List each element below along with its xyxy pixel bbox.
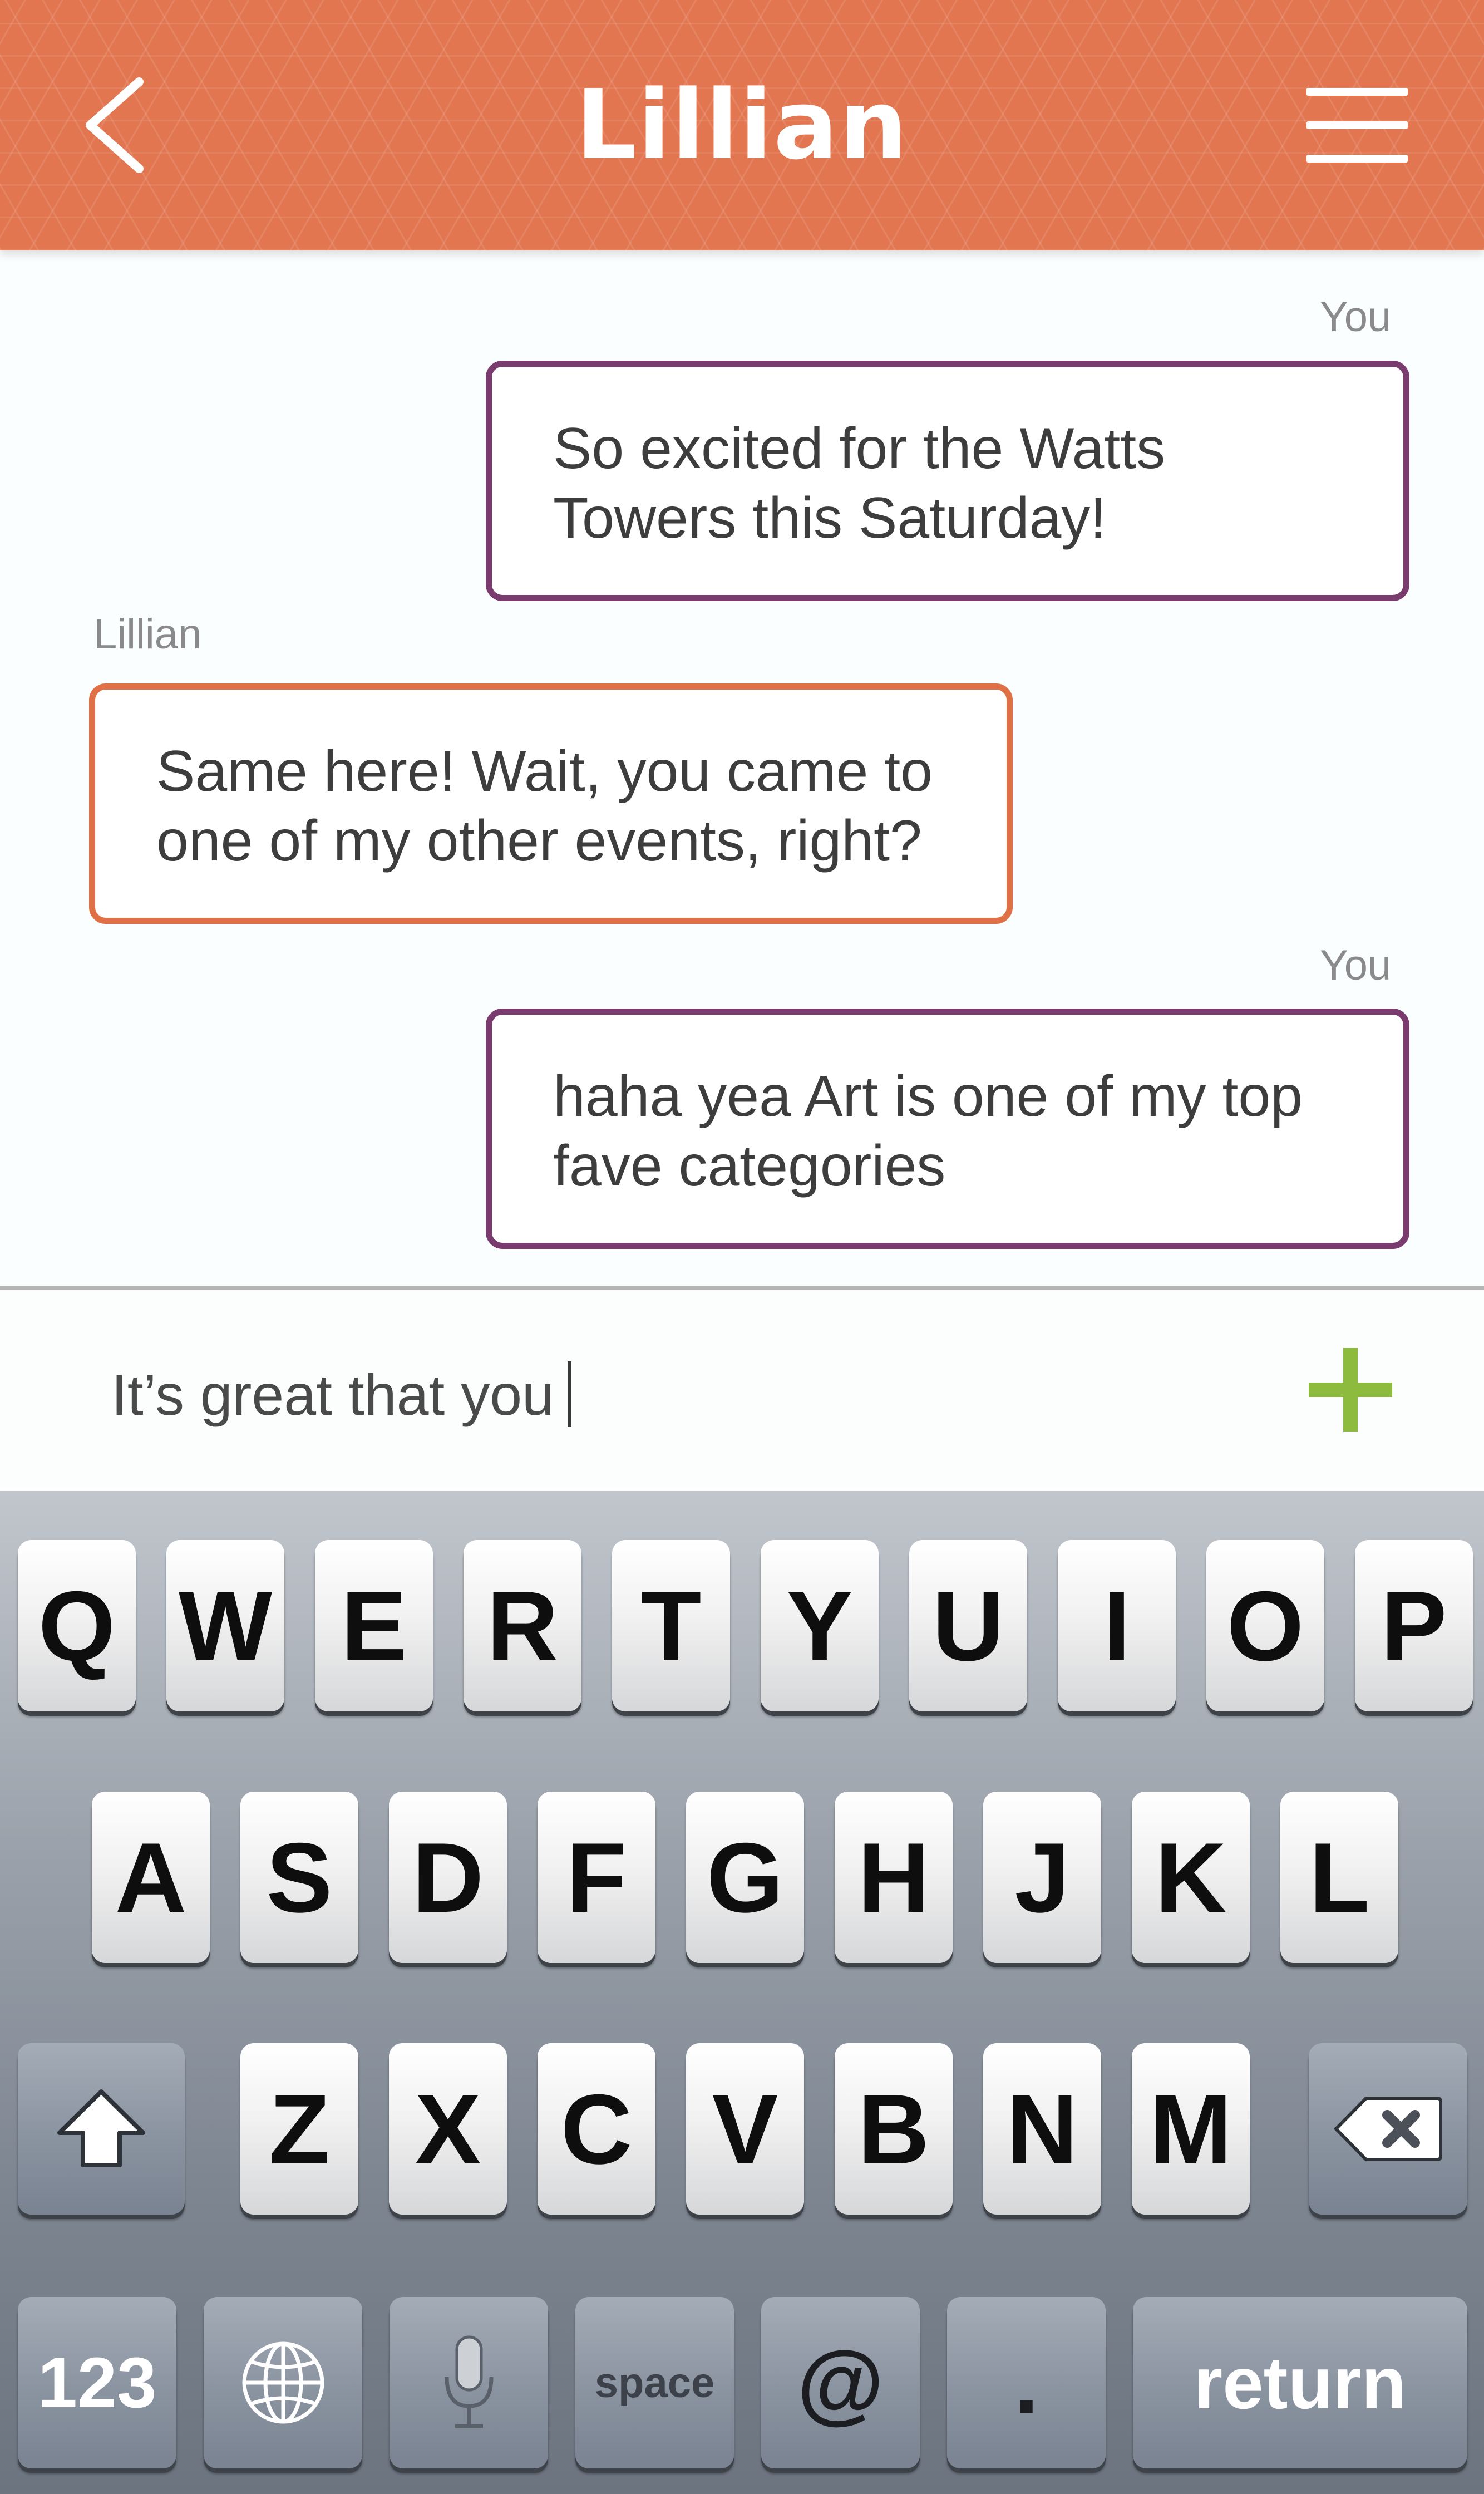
key-c[interactable]: C (538, 2043, 655, 2215)
hamburger-menu-icon (1306, 88, 1408, 96)
key-f[interactable]: F (538, 1792, 655, 1963)
chat-header: Lillian (0, 0, 1484, 250)
on-screen-keyboard: Q W E R T Y U I O P A S D F G H J K L Z … (0, 1491, 1484, 2494)
key-m[interactable]: M (1132, 2043, 1250, 2215)
key-k[interactable]: K (1132, 1792, 1250, 1963)
key-s[interactable]: S (240, 1792, 358, 1963)
key-q[interactable]: Q (18, 1540, 136, 1711)
key-h[interactable]: H (835, 1792, 953, 1963)
message-text-line: fave categories (553, 1134, 946, 1198)
message-sender-label: Lillian (93, 611, 202, 658)
shift-arrow-icon (57, 2089, 145, 2167)
message-sender-label: You (1320, 942, 1392, 989)
chat-title: Lillian (575, 69, 909, 181)
key-y[interactable]: Y (761, 1540, 879, 1711)
key-i[interactable]: I (1058, 1540, 1176, 1711)
message-text-line: haha yea Art is one of my top (553, 1064, 1303, 1129)
message-composer: It’s great that you (0, 1290, 1484, 1491)
key-p[interactable]: P (1355, 1540, 1473, 1711)
microphone-key[interactable] (390, 2297, 548, 2468)
backspace-key[interactable] (1309, 2043, 1467, 2215)
key-a[interactable]: A (92, 1792, 210, 1963)
outgoing-message-bubble[interactable]: So excited for the Watts Towers this Sat… (486, 361, 1409, 601)
menu-button[interactable] (1306, 83, 1408, 167)
globe-key[interactable] (204, 2297, 362, 2468)
backspace-icon (1334, 2097, 1442, 2161)
message-input-text: It’s great that you (111, 1363, 554, 1428)
period-key[interactable]: . (947, 2297, 1106, 2468)
incoming-message-bubble[interactable]: Same here! Wait, you came to one of my o… (89, 683, 1013, 924)
key-x[interactable]: X (389, 2043, 507, 2215)
globe-icon (242, 2341, 324, 2424)
composer-divider (0, 1286, 1484, 1290)
message-text-line: one of my other events, right? (156, 809, 922, 873)
message-sender-label: You (1320, 293, 1392, 341)
key-e[interactable]: E (315, 1540, 433, 1711)
key-g[interactable]: G (686, 1792, 804, 1963)
message-input[interactable]: It’s great that you (111, 1359, 571, 1432)
microphone-icon (445, 2335, 493, 2428)
key-o[interactable]: O (1206, 1540, 1324, 1711)
shift-key[interactable] (18, 2043, 185, 2215)
message-text-line: Same here! Wait, you came to (156, 739, 933, 804)
add-button[interactable] (1309, 1348, 1392, 1432)
key-j[interactable]: J (983, 1792, 1101, 1963)
message-text-line: Towers this Saturday! (553, 486, 1107, 550)
key-b[interactable]: B (835, 2043, 953, 2215)
at-key[interactable]: @ (761, 2297, 920, 2468)
key-v[interactable]: V (686, 2043, 804, 2215)
numbers-key[interactable]: 123 (18, 2297, 176, 2468)
key-n[interactable]: N (983, 2043, 1101, 2215)
key-r[interactable]: R (464, 1540, 581, 1711)
outgoing-message-bubble[interactable]: haha yea Art is one of my top fave categ… (486, 1009, 1409, 1249)
key-t[interactable]: T (612, 1540, 730, 1711)
key-l[interactable]: L (1280, 1792, 1398, 1963)
key-z[interactable]: Z (240, 2043, 358, 2215)
key-w[interactable]: W (166, 1540, 284, 1711)
key-d[interactable]: D (389, 1792, 507, 1963)
message-text-line: So excited for the Watts (553, 416, 1166, 481)
key-u[interactable]: U (909, 1540, 1027, 1711)
text-caret (567, 1361, 571, 1427)
space-key[interactable]: space (575, 2297, 734, 2468)
return-key[interactable]: return (1133, 2297, 1467, 2468)
